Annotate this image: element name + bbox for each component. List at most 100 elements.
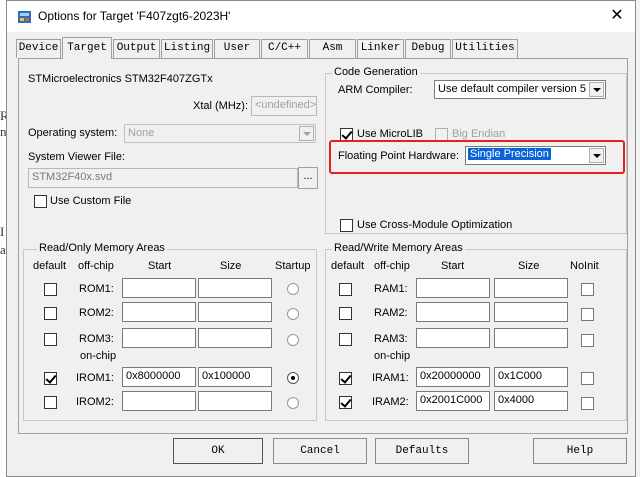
- close-icon[interactable]: ✕: [605, 5, 629, 27]
- ram2-noinit-checkbox[interactable]: [581, 308, 594, 321]
- irom2-startup-radio[interactable]: [287, 397, 299, 409]
- irom1-default-checkbox[interactable]: [44, 372, 57, 385]
- irom1-label: IROM1:: [76, 372, 114, 384]
- ram3-size-input[interactable]: [494, 328, 568, 348]
- defaults-button[interactable]: Defaults: [375, 438, 469, 464]
- tab-cc[interactable]: C/C++: [261, 39, 308, 58]
- iram1-start-input[interactable]: 0x20000000: [416, 367, 490, 387]
- cross-module-optimization-checkbox[interactable]: [340, 219, 353, 232]
- rom3-size-input[interactable]: [198, 328, 272, 348]
- tab-device[interactable]: Device: [16, 39, 61, 58]
- xtal-field[interactable]: <undefined>: [251, 96, 317, 116]
- svf-browse-button[interactable]: ...: [298, 167, 318, 189]
- irom1-startup-radio[interactable]: [287, 372, 299, 384]
- options-dialog: Options for Target 'F407zgt6-2023H' ✕ De…: [6, 0, 636, 477]
- ro-header-size: Size: [220, 260, 242, 272]
- iram2-size-input[interactable]: 0x4000: [494, 391, 568, 411]
- ro-header-startup: Startup: [275, 260, 311, 272]
- iram2-noinit-checkbox[interactable]: [581, 397, 594, 410]
- rom1-label: ROM1:: [79, 283, 114, 295]
- ram2-label: RAM2:: [374, 307, 408, 319]
- rom3-startup-radio[interactable]: [287, 334, 299, 346]
- ram3-default-checkbox[interactable]: [339, 333, 352, 346]
- rom2-startup-radio[interactable]: [287, 308, 299, 320]
- iram1-size-input[interactable]: 0x1C000: [494, 367, 568, 387]
- tab-utilities[interactable]: Utilities: [452, 39, 518, 58]
- irom2-default-checkbox[interactable]: [44, 396, 57, 409]
- rom1-start-input[interactable]: [122, 278, 196, 298]
- rom2-label: ROM2:: [79, 307, 114, 319]
- ram1-noinit-checkbox[interactable]: [581, 283, 594, 296]
- rom2-default-checkbox[interactable]: [44, 307, 57, 320]
- ram3-start-input[interactable]: [416, 328, 490, 348]
- ro-header-default: default: [33, 260, 67, 272]
- os-select[interactable]: None: [124, 124, 316, 143]
- ram3-label: RAM3:: [374, 333, 408, 345]
- tab-linker[interactable]: Linker: [357, 39, 404, 58]
- ram1-size-input[interactable]: [494, 278, 568, 298]
- svf-label: System Viewer File:: [28, 151, 125, 163]
- rw-header-noinit: NoInit: [570, 260, 599, 272]
- ram3-noinit-checkbox[interactable]: [581, 334, 594, 347]
- rw-memory-title: Read/Write Memory Areas: [332, 242, 465, 254]
- iram1-label: IRAM1:: [372, 372, 409, 384]
- cancel-button[interactable]: Cancel: [273, 438, 367, 464]
- irom1-start-input[interactable]: 0x8000000: [122, 367, 196, 387]
- ram1-start-input[interactable]: [416, 278, 490, 298]
- os-label: Operating system:: [28, 127, 118, 139]
- rom3-label: ROM3:: [79, 333, 114, 345]
- iram1-default-checkbox[interactable]: [339, 372, 352, 385]
- help-button[interactable]: Help: [533, 438, 627, 464]
- rw-header-start: Start: [441, 260, 465, 272]
- tab-target[interactable]: Target: [62, 37, 112, 59]
- tab-user[interactable]: User: [214, 39, 260, 58]
- ram2-size-input[interactable]: [494, 302, 568, 322]
- ro-onchip-label: on-chip: [80, 350, 117, 362]
- rom2-size-input[interactable]: [198, 302, 272, 322]
- ram2-start-input[interactable]: [416, 302, 490, 322]
- iram2-default-checkbox[interactable]: [339, 396, 352, 409]
- tab-debug[interactable]: Debug: [405, 39, 451, 58]
- ram2-default-checkbox[interactable]: [339, 307, 352, 320]
- tab-listing[interactable]: Listing: [161, 39, 213, 58]
- iram2-label: IRAM2:: [372, 396, 409, 408]
- chevron-down-icon: [299, 126, 314, 141]
- tab-output[interactable]: Output: [113, 39, 160, 58]
- svf-field[interactable]: STM32F40x.svd: [28, 168, 298, 188]
- rw-header-default: default: [331, 260, 365, 272]
- irom2-start-input[interactable]: [122, 391, 196, 411]
- ok-button[interactable]: OK: [173, 438, 263, 464]
- use-custom-file-checkbox[interactable]: [34, 195, 47, 208]
- rw-header-offchip: off-chip: [374, 260, 410, 272]
- arm-compiler-select[interactable]: Use default compiler version 5: [434, 80, 606, 99]
- big-endian-label: Big Endian: [452, 128, 506, 140]
- irom1-size-input[interactable]: 0x100000: [198, 367, 272, 387]
- use-microlib-label: Use MicroLIB: [357, 128, 424, 140]
- rom1-size-input[interactable]: [198, 278, 272, 298]
- background-text: I: [0, 224, 5, 239]
- iram1-noinit-checkbox[interactable]: [581, 372, 594, 385]
- rw-onchip-label: on-chip: [374, 350, 411, 362]
- rom3-start-input[interactable]: [122, 328, 196, 348]
- rom1-default-checkbox[interactable]: [44, 283, 57, 296]
- xtal-label: Xtal (MHz):: [193, 100, 248, 112]
- rw-header-size: Size: [518, 260, 540, 272]
- ram1-default-checkbox[interactable]: [339, 283, 352, 296]
- ro-memory-title: Read/Only Memory Areas: [37, 242, 167, 254]
- chevron-down-icon: [589, 82, 604, 97]
- tab-asm[interactable]: Asm: [309, 39, 356, 58]
- use-custom-file-label: Use Custom File: [50, 195, 132, 207]
- keil-app-icon: [18, 11, 31, 23]
- code-generation-title: Code Generation: [332, 66, 420, 78]
- ram1-label: RAM1:: [374, 283, 408, 295]
- cross-module-optimization-label: Use Cross-Module Optimization: [357, 219, 513, 231]
- rom3-default-checkbox[interactable]: [44, 333, 57, 346]
- device-name: STMicroelectronics STM32F407ZGTx: [28, 73, 213, 85]
- title-bar: Options for Target 'F407zgt6-2023H' ✕: [7, 1, 635, 32]
- irom2-size-input[interactable]: [198, 391, 272, 411]
- rom2-start-input[interactable]: [122, 302, 196, 322]
- arm-compiler-value: Use default compiler version 5: [438, 83, 586, 95]
- iram2-start-input[interactable]: 0x2001C000: [416, 391, 490, 411]
- rom1-startup-radio[interactable]: [287, 283, 299, 295]
- irom2-label: IROM2:: [76, 396, 114, 408]
